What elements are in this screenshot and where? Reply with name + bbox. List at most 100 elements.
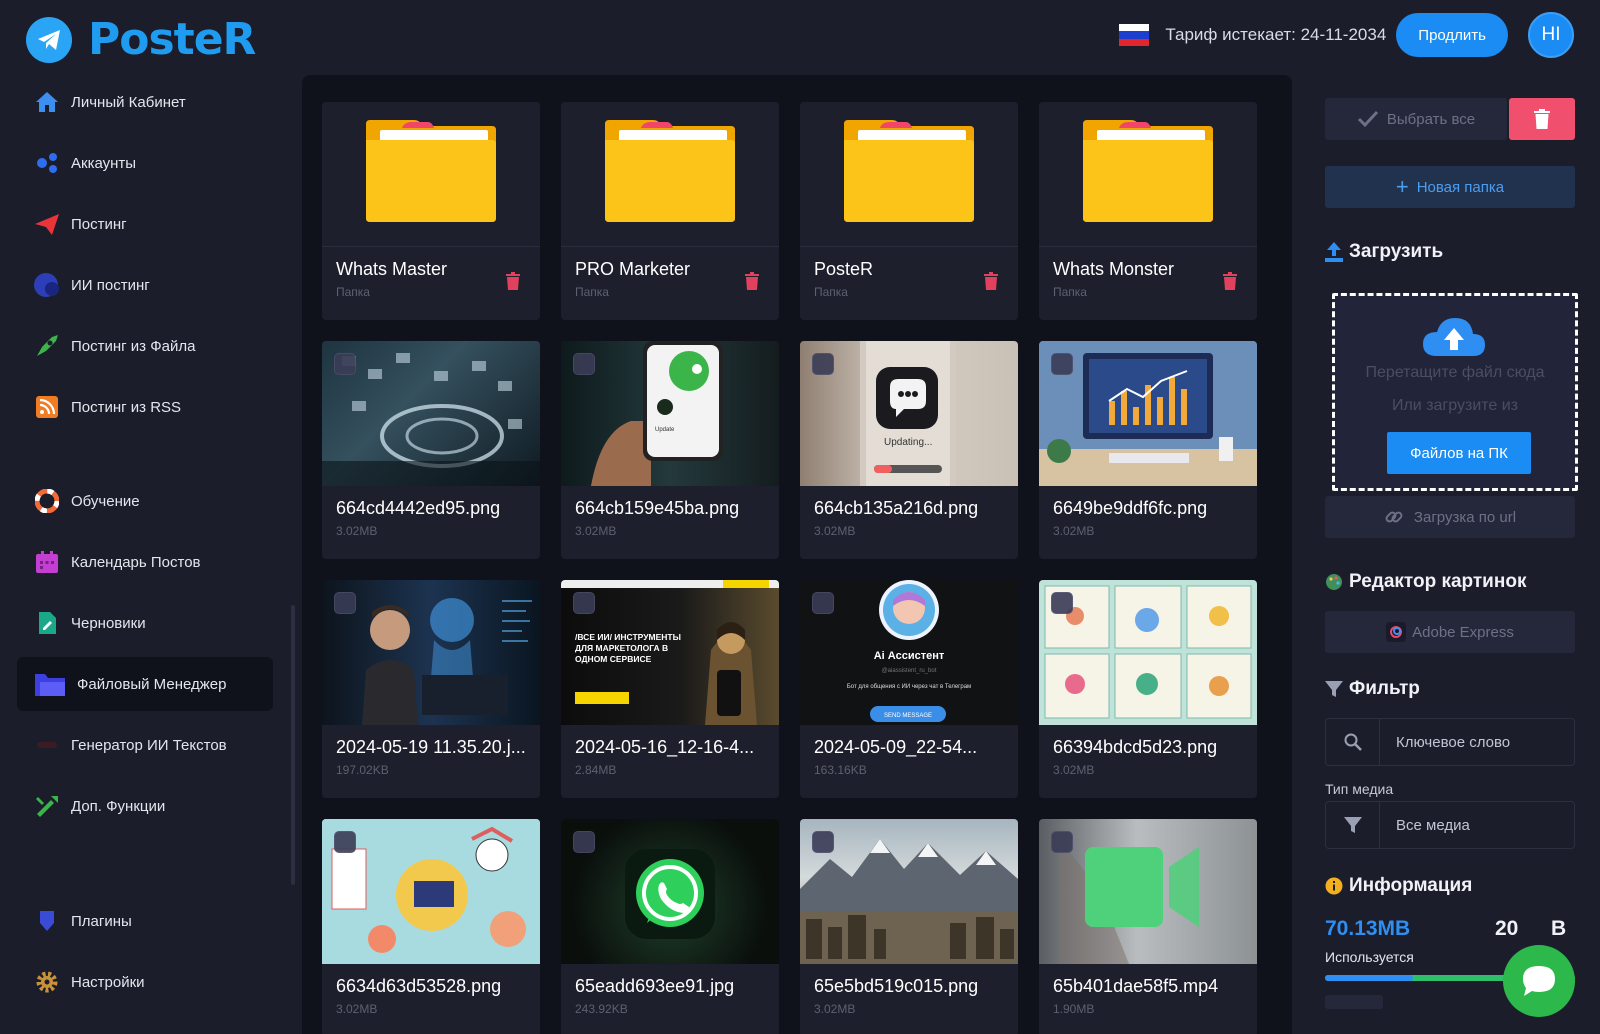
select-checkbox[interactable] xyxy=(812,592,834,614)
file-size: 3.02MB xyxy=(1053,763,1095,777)
plus-icon: + xyxy=(1395,174,1409,199)
url-upload-button[interactable]: Загрузка по url xyxy=(1325,496,1575,538)
sidebar-item-posting[interactable]: Постинг xyxy=(17,197,273,251)
info-footer-button[interactable] xyxy=(1325,995,1383,1009)
check-icon xyxy=(1357,110,1379,128)
file-name: 6649be9ddf6fc.png xyxy=(1053,498,1208,518)
select-checkbox[interactable] xyxy=(573,592,595,614)
prolong-button[interactable]: Продлить xyxy=(1396,13,1508,57)
folder-type: Папка xyxy=(1053,285,1087,299)
chat-icon xyxy=(1520,964,1558,998)
select-checkbox[interactable] xyxy=(812,353,834,375)
file-card[interactable]: 65b401dae58f5.mp4 1.90MB xyxy=(1039,819,1257,1034)
sidebar-item-settings[interactable]: Настройки xyxy=(17,955,273,1009)
select-checkbox[interactable] xyxy=(334,831,356,853)
file-card[interactable]: 6649be9ddf6fc.png 3.02MB xyxy=(1039,341,1257,559)
select-checkbox[interactable] xyxy=(573,353,595,375)
file-card[interactable]: 2024-05-19 11.35.20.j... 197.02KB xyxy=(322,580,540,798)
folder-thumb xyxy=(561,102,779,247)
sidebar-item-label: Файловый Менеджер xyxy=(77,675,227,693)
sidebar-item-file-manager[interactable]: Файловый Менеджер xyxy=(17,657,273,711)
select-checkbox[interactable] xyxy=(1051,353,1073,375)
sidebar-item-drafts[interactable]: Черновики xyxy=(17,596,273,650)
sidebar-item-posting-file[interactable]: Постинг из Файла xyxy=(17,319,273,373)
chat-widget-button[interactable] xyxy=(1503,945,1575,1017)
new-folder-label: Новая папка xyxy=(1416,178,1505,196)
home-icon xyxy=(33,88,61,116)
top-header: PosteR Тариф истекает: 24-11-2034 Продли… xyxy=(0,0,1600,75)
select-checkbox[interactable] xyxy=(573,831,595,853)
select-checkbox[interactable] xyxy=(1051,592,1073,614)
sidebar-item-ai-text[interactable]: Генератор ИИ Текстов xyxy=(17,718,273,772)
trash-icon[interactable] xyxy=(1223,272,1237,295)
drop-text-2: Или загрузите из xyxy=(1391,397,1519,414)
media-type-label: Тип медиа xyxy=(1325,781,1394,797)
trash-icon[interactable] xyxy=(984,272,998,295)
thumb-ai-button: SEND MESSAGE xyxy=(884,713,932,719)
folder-card[interactable]: PRO Marketer Папка xyxy=(561,102,779,320)
sidebar-item-plugins[interactable]: Плагины xyxy=(17,894,273,948)
media-type-select[interactable]: Все медиа xyxy=(1325,801,1575,849)
sidebar-item-ai-posting[interactable]: ИИ постинг xyxy=(17,258,273,312)
used-storage-value: 70.13MB xyxy=(1325,917,1411,940)
file-card[interactable]: Update 664cb159e45ba.png 3.02MB xyxy=(561,341,779,559)
file-name: 664cb135a216d.png xyxy=(814,498,979,518)
sidebar-item-label: Постинг из RSS xyxy=(71,398,182,416)
trash-icon xyxy=(1534,109,1550,129)
file-card[interactable]: 65e5bd519c015.png 3.02MB xyxy=(800,819,1018,1034)
total-storage-suffix: B xyxy=(1551,917,1567,940)
folder-card[interactable]: Whats Master Папка xyxy=(322,102,540,320)
sidebar-item-extra[interactable]: Доп. Функции xyxy=(17,779,273,833)
sidebar-item-label: Календарь Постов xyxy=(71,553,201,571)
user-avatar[interactable]: HI xyxy=(1528,12,1574,58)
upload-from-pc-button[interactable]: Файлов на ПК xyxy=(1387,432,1531,474)
select-checkbox[interactable] xyxy=(334,592,356,614)
file-card[interactable]: Ai Ассистент @aiassistent_ru_bot Бот для о… xyxy=(800,580,1018,798)
select-checkbox[interactable] xyxy=(334,353,356,375)
trash-icon[interactable] xyxy=(745,272,759,295)
russia-flag-icon[interactable] xyxy=(1119,24,1150,46)
file-card[interactable]: 6634d63d53528.png 3.02MB xyxy=(322,819,540,1034)
sidebar-item-cabinet[interactable]: Личный Кабинет xyxy=(17,75,273,129)
sidebar-scrollbar[interactable] xyxy=(291,605,295,885)
sidebar-item-accounts[interactable]: Аккаунты xyxy=(17,136,273,190)
file-size: 2.84MB xyxy=(575,763,617,777)
palette-icon xyxy=(1325,573,1343,591)
sidebar-item-label: Плагины xyxy=(71,912,132,930)
app-logo[interactable]: PosteR xyxy=(26,14,256,65)
drop-text-1: Перетащите файл сюда xyxy=(1365,364,1545,381)
sidebar-item-label: Настройки xyxy=(71,973,145,991)
thumb-ai-title: Ai Ассистент xyxy=(874,650,945,662)
file-grid: Whats Master Папка PRO Marketer Папка Po… xyxy=(302,75,1292,1034)
folder-name: PRO Marketer xyxy=(575,259,691,279)
file-name: 2024-05-19 11.35.20.j... xyxy=(336,737,526,757)
select-all-button[interactable]: Выбрать все xyxy=(1325,98,1507,140)
sidebar-item-calendar[interactable]: Календарь Постов xyxy=(17,535,273,589)
rocket-icon xyxy=(33,332,61,360)
file-card[interactable]: Updating... 664cb135a216d.png 3.02MB xyxy=(800,341,1018,559)
sidebar-item-rss[interactable]: Постинг из RSS xyxy=(17,380,273,434)
file-name: 66394bdcd5d23.png xyxy=(1053,737,1218,757)
file-card[interactable]: 66394bdcd5d23.png 3.02MB xyxy=(1039,580,1257,798)
sidebar-item-label: Постинг xyxy=(71,215,127,233)
select-checkbox[interactable] xyxy=(1051,831,1073,853)
file-card[interactable]: /ВСЕ ИИ/ ИНСТРУМЕНТЫ ДЛЯ МАРКЕТОЛОГА В О… xyxy=(561,580,779,798)
storage-progress-fill xyxy=(1325,975,1413,981)
adobe-express-button[interactable]: Adobe Express xyxy=(1325,611,1575,653)
file-size: 3.02MB xyxy=(814,1002,856,1016)
trash-icon[interactable] xyxy=(506,272,520,295)
folder-card[interactable]: PosteR Папка xyxy=(800,102,1018,320)
sidebar-item-learning[interactable]: Обучение xyxy=(17,474,273,528)
delete-selected-button[interactable] xyxy=(1509,98,1575,140)
file-card[interactable]: 664cd4442ed95.png 3.02MB xyxy=(322,341,540,559)
select-checkbox[interactable] xyxy=(812,831,834,853)
folder-card[interactable]: Whats Monster Папка xyxy=(1039,102,1257,320)
sidebar-item-label: Постинг из Файла xyxy=(71,337,196,355)
file-size: 197.02KB xyxy=(336,763,389,777)
file-size: 3.02MB xyxy=(575,524,617,538)
new-folder-button[interactable]: + Новая папка xyxy=(1325,166,1575,208)
keyword-search-field[interactable]: Ключевое слово xyxy=(1325,718,1575,766)
folder-name: Whats Master xyxy=(336,259,448,279)
file-card[interactable]: 65eadd693ee91.jpg 243.92KB xyxy=(561,819,779,1034)
dropzone[interactable]: Перетащите файл сюда Или загрузите из Фа… xyxy=(1332,293,1578,491)
